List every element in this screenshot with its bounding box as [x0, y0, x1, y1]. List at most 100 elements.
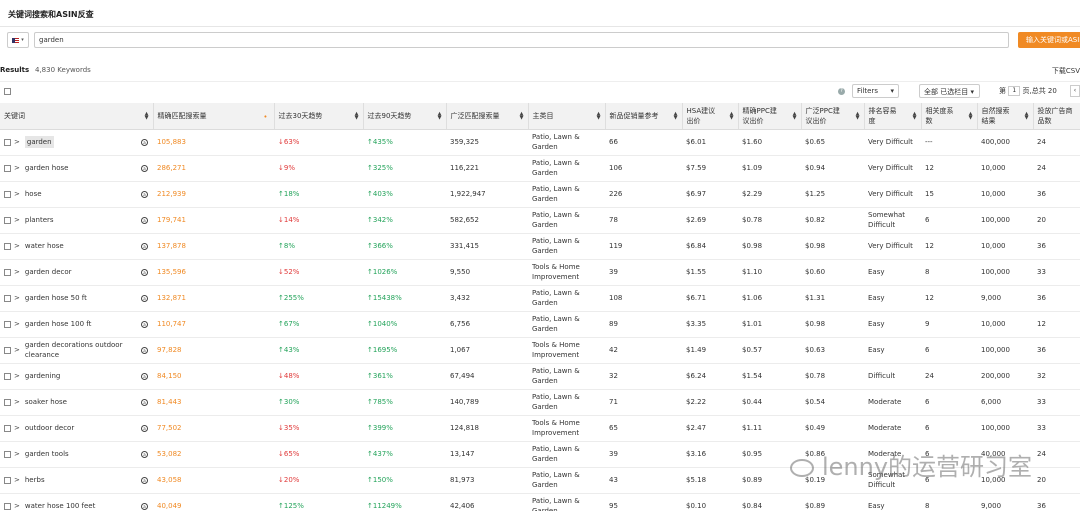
amazon-icon[interactable]: a [141, 476, 148, 484]
col-rank-ease[interactable]: 排名容易度 ▲ ▼ [864, 103, 922, 130]
col-exact-ppc[interactable]: 精确PPC建议出价 ▲ ▼ [738, 103, 802, 130]
amazon-icon[interactable]: a [141, 164, 148, 172]
amazon-icon[interactable]: a [141, 190, 148, 198]
keyword-text[interactable]: gardening [25, 371, 61, 381]
col-relevance[interactable]: 相关度系数 ▲ ▼ [921, 103, 978, 130]
sort-icon[interactable]: ▲ ▼ [438, 112, 442, 121]
amazon-icon[interactable]: a [141, 320, 148, 328]
sort-icon[interactable]: ▲ ▼ [856, 112, 860, 121]
search-input[interactable] [34, 32, 1009, 48]
prev-page-button[interactable]: ‹ [1070, 85, 1080, 97]
row-checkbox[interactable] [4, 242, 11, 250]
row-checkbox[interactable] [4, 502, 11, 510]
sort-icon[interactable]: ▲ ▼ [597, 112, 601, 121]
amazon-icon[interactable]: a [141, 268, 148, 276]
row-checkbox[interactable] [4, 476, 11, 484]
table-row[interactable]: > soaker hose a 81,443 ↑30% ↑785% 140,789 Patio… [0, 389, 1080, 416]
columns-dropdown[interactable]: 全部 已选栏目 ▾ [919, 84, 980, 98]
download-csv-button[interactable]: 下载CSV [1052, 66, 1080, 76]
search-button[interactable]: 输入关键词或ASIN [1018, 32, 1080, 48]
row-checkbox[interactable] [4, 372, 11, 380]
row-checkbox[interactable] [4, 398, 11, 406]
table-row[interactable]: > gardening a 84,150 ↓48% ↑361% 67,494 Patio, L… [0, 363, 1080, 390]
chevron-right-icon[interactable]: > [14, 163, 20, 173]
keyword-text[interactable]: garden hose [25, 163, 69, 173]
amazon-icon[interactable]: a [141, 372, 148, 380]
col-keyword[interactable]: 关键词 ▲ ▼ [0, 103, 154, 130]
chevron-right-icon[interactable]: > [14, 319, 20, 329]
keyword-text[interactable]: water hose [25, 241, 64, 251]
row-checkbox[interactable] [4, 164, 11, 172]
table-row[interactable]: > water hose a 137,878 ↑8% ↑366% 331,415 Patio,… [0, 233, 1080, 260]
table-row[interactable]: > hose a 212,939 ↑18% ↑403% 1,922,947 Patio, La… [0, 181, 1080, 208]
chevron-right-icon[interactable]: > [14, 189, 20, 199]
sort-icon[interactable]: ▲ ▼ [145, 112, 149, 121]
chevron-right-icon[interactable]: > [14, 241, 20, 251]
table-row[interactable]: > garden decor a 135,596 ↓52% ↑1026% 9,550 Tool… [0, 259, 1080, 286]
chevron-right-icon[interactable]: > [14, 345, 20, 355]
table-row[interactable]: > garden hose 50 ft a 132,871 ↑255% ↑15438% 3,… [0, 285, 1080, 312]
col-broad-ppc[interactable]: 广泛PPC建议出价 ▲ ▼ [801, 103, 865, 130]
keyword-text[interactable]: water hose 100 feet [25, 501, 95, 511]
chevron-right-icon[interactable]: > [14, 267, 20, 277]
keyword-text[interactable]: planters [25, 215, 54, 225]
amazon-icon[interactable]: a [141, 216, 148, 224]
row-checkbox[interactable] [4, 450, 11, 458]
col-hsa-bid[interactable]: HSA建议出价 ▲ ▼ [682, 103, 739, 130]
chevron-right-icon[interactable]: > [14, 423, 20, 433]
amazon-icon[interactable]: a [141, 502, 148, 510]
keyword-text[interactable]: garden hose 100 ft [25, 319, 91, 329]
keyword-text[interactable]: garden hose 50 ft [25, 293, 87, 303]
chevron-right-icon[interactable]: > [14, 475, 20, 485]
row-checkbox[interactable] [4, 138, 11, 146]
col-organic[interactable]: 自然搜索结果 ▲ ▼ [977, 103, 1034, 130]
keyword-text[interactable]: outdoor decor [25, 423, 74, 433]
keyword-text[interactable]: garden [24, 136, 54, 148]
amazon-icon[interactable]: a [141, 242, 148, 250]
keyword-text[interactable]: garden decorations outdoor clearance [25, 340, 135, 360]
sort-icon[interactable]: ▲ ▼ [730, 112, 734, 121]
col-trend-90[interactable]: 过去90天趋势 ▲ ▼ [363, 103, 447, 130]
col-promo[interactable]: 新品促销量参考 ▲ ▼ [605, 103, 683, 130]
marketplace-selector[interactable]: ▾ [7, 32, 29, 48]
sort-icon[interactable]: ▲ ▼ [1025, 112, 1029, 121]
col-ads[interactable]: 投放广告商品数 [1033, 103, 1080, 130]
col-broad-volume[interactable]: 广泛匹配搜索量 ▲ ▼ [446, 103, 529, 130]
chevron-right-icon[interactable]: > [14, 215, 20, 225]
row-checkbox[interactable] [4, 346, 11, 354]
table-row[interactable]: > planters a 179,741 ↓14% ↑342% 582,652 Patio, … [0, 207, 1080, 234]
amazon-icon[interactable]: a [141, 424, 148, 432]
page-number-input[interactable]: 1 [1008, 86, 1021, 96]
table-row[interactable]: > outdoor decor a 77,502 ↓35% ↑399% 124,818 Too… [0, 415, 1080, 442]
col-category[interactable]: 主类目 ▲ ▼ [528, 103, 606, 130]
row-checkbox[interactable] [4, 268, 11, 276]
keyword-text[interactable]: garden decor [25, 267, 72, 277]
keyword-text[interactable]: herbs [25, 475, 45, 485]
row-checkbox[interactable] [4, 424, 11, 432]
sort-icon[interactable]: ▲ ▼ [674, 112, 678, 121]
table-row[interactable]: > garden a 105,883 ↓63% ↑435% 359,325 Patio, La… [0, 129, 1080, 156]
chevron-right-icon[interactable]: > [14, 371, 20, 381]
row-checkbox[interactable] [4, 294, 11, 302]
row-checkbox[interactable] [4, 320, 11, 328]
row-checkbox[interactable] [4, 190, 11, 198]
filters-dropdown[interactable]: Filters ▾ [852, 84, 899, 98]
keyword-text[interactable]: hose [25, 189, 42, 199]
sort-icon[interactable]: ▲ ▼ [913, 112, 917, 121]
amazon-icon[interactable]: a [141, 346, 148, 354]
chevron-right-icon[interactable]: > [14, 501, 20, 511]
sort-icon[interactable]: ▲ ▼ [355, 112, 359, 121]
col-trend-30[interactable]: 过去30天趋势 ▲ ▼ [274, 103, 364, 130]
table-row[interactable]: > water hose 100 feet a 40,049 ↑125% ↑11249% 4… [0, 493, 1080, 511]
keyword-text[interactable]: soaker hose [25, 397, 67, 407]
amazon-icon[interactable]: a [141, 294, 148, 302]
row-checkbox[interactable] [4, 216, 11, 224]
sort-icon[interactable]: ▲ ▼ [520, 112, 524, 121]
sort-icon[interactable]: ▲ ▼ [969, 112, 973, 121]
chevron-right-icon[interactable]: > [14, 137, 20, 147]
amazon-icon[interactable]: a [141, 450, 148, 458]
amazon-icon[interactable]: a [141, 398, 148, 406]
table-row[interactable]: > garden decorations outdoor clearance a 97… [0, 337, 1080, 364]
table-row[interactable]: > garden hose a 286,271 ↓9% ↑325% 116,221 Patio… [0, 155, 1080, 182]
amazon-icon[interactable]: a [141, 138, 148, 146]
